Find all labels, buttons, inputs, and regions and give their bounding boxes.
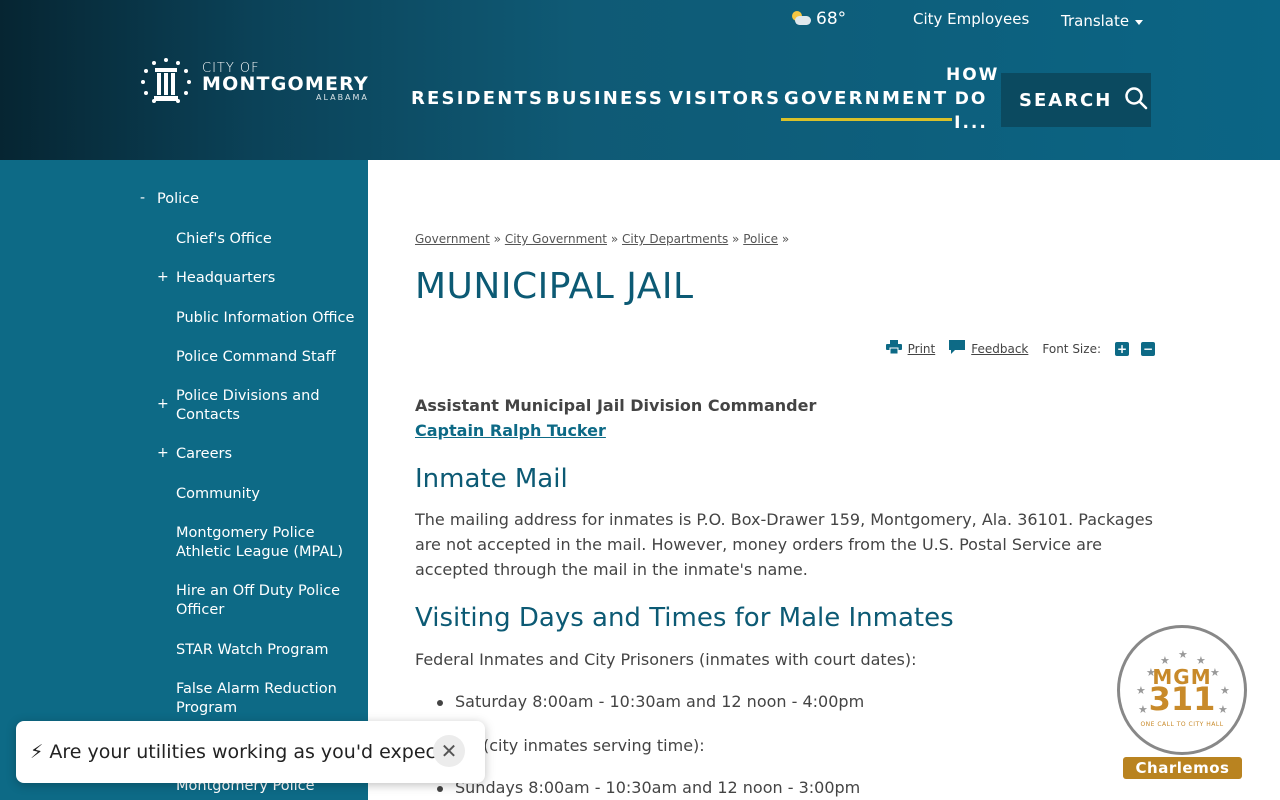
logo-line3: ALABAMA (315, 93, 369, 102)
visiting-intro-2: (city inmates serving time): (483, 736, 705, 755)
font-size-control: Font Size: + − (1042, 341, 1155, 356)
breadcrumb-separator: » (610, 232, 619, 246)
expand-toggle[interactable]: + (157, 445, 169, 461)
city-logo-text: CITY OF MONTGOMERY ALABAMA (202, 62, 369, 102)
comment-icon (949, 340, 966, 357)
close-icon[interactable]: ✕ (433, 735, 465, 767)
how-do-i-line1: HOW (946, 65, 1000, 85)
site-header: 68° City Employees Translate CITY OF MON (0, 0, 1280, 160)
commander-name-link[interactable]: Captain Ralph Tucker (415, 421, 606, 440)
search-button[interactable]: SEARCH (1001, 73, 1151, 127)
section-heading-inmate-mail: Inmate Mail (415, 464, 568, 494)
expand-toggle[interactable]: + (157, 269, 169, 285)
nav-government[interactable]: GOVERNMENT (780, 88, 953, 121)
list-item: Saturday 8:00am - 10:30am and 12 noon - … (436, 692, 865, 711)
breadcrumb-government[interactable]: Government (415, 232, 490, 246)
nav-business[interactable]: BUSINESS (546, 88, 664, 109)
printer-icon (885, 340, 902, 357)
breadcrumb-city-departments[interactable]: City Departments (622, 232, 728, 246)
translate-dropdown[interactable]: Translate (1061, 10, 1144, 32)
print-link[interactable]: Print (885, 340, 936, 357)
logo-line2: MONTGOMERY (202, 73, 369, 95)
visiting-intro: Federal Inmates and City Prisoners (inma… (415, 650, 917, 669)
expand-toggle[interactable]: + (157, 396, 169, 412)
sidebar-item-community[interactable]: Community (176, 485, 260, 504)
breadcrumb-separator: » (781, 232, 790, 246)
search-label: SEARCH (1019, 89, 1113, 111)
font-increase-button[interactable]: + (1115, 341, 1129, 356)
collapse-toggle[interactable]: - (140, 190, 145, 206)
sidebar-item-mpal[interactable]: Montgomery Police Athletic League (MPAL) (176, 524, 366, 562)
inmate-mail-text: The mailing address for inmates is P.O. … (415, 510, 1153, 579)
page-tools: Print Feedback Font Size: + − (872, 340, 1155, 357)
feedback-link[interactable]: Feedback (949, 340, 1028, 357)
popup-text: ⚡ Are your utilities working as you'd ex… (30, 741, 454, 763)
how-do-i-line2: DO (954, 89, 988, 109)
breadcrumb-city-government[interactable]: City Government (505, 232, 607, 246)
nav-residents[interactable]: RESIDENTS (411, 88, 544, 109)
page-title: MUNICIPAL JAIL (415, 266, 694, 307)
sidebar-item-command-staff[interactable]: Police Command Staff (176, 348, 336, 367)
sidebar-item-public-information[interactable]: Public Information Office (176, 309, 354, 328)
print-label: Print (907, 341, 936, 356)
partly-cloudy-icon (790, 11, 812, 27)
nav-how-do-i[interactable]: HOW DO I... (946, 63, 1000, 135)
sidebar-item-chiefs-office[interactable]: Chief's Office (176, 230, 272, 249)
city-seal-icon (138, 56, 194, 108)
sidebar-item-careers[interactable]: Careers (176, 445, 232, 464)
breadcrumb-separator: » (732, 232, 740, 246)
badge-number: 311 (1148, 680, 1216, 718)
caret-down-icon (1135, 19, 1144, 25)
city-logo[interactable]: CITY OF MONTGOMERY ALABAMA (138, 56, 383, 108)
mgm311-badge[interactable]: ★ ★ ★ ★ ★ ★ ★ ★ ★ MGM 311 ONE CALL TO CI… (1117, 625, 1247, 780)
breadcrumb-police[interactable]: Police (743, 232, 778, 246)
weather-temp: 68° (816, 9, 847, 29)
translate-label: Translate (1061, 12, 1130, 30)
badge-tagline: ONE CALL TO CITY HALL (1140, 721, 1224, 728)
how-do-i-line3: I... (954, 113, 988, 133)
sidebar-item-headquarters[interactable]: Headquarters (176, 269, 275, 288)
nav-visitors[interactable]: VISITORS (669, 88, 781, 109)
sidebar-item-star-watch[interactable]: STAR Watch Program (176, 641, 328, 660)
city-employees-link[interactable]: City Employees (913, 10, 1029, 32)
weather-widget[interactable]: 68° (790, 8, 846, 30)
sidebar-item-false-alarm[interactable]: False Alarm Reduction Program (176, 680, 341, 718)
list-item: Sundays 8:00am - 10:30am and 12 noon - 3… (436, 778, 861, 797)
sidebar-item-police[interactable]: Police (157, 190, 199, 209)
sidebar-item-off-duty-officer[interactable]: Hire an Off Duty Police Officer (176, 582, 351, 620)
section-heading-visiting: Visiting Days and Times for Male Inmates (415, 603, 954, 633)
breadcrumb-separator: » (493, 232, 502, 246)
star-icon: ★ (1178, 648, 1188, 661)
feedback-label: Feedback (971, 341, 1029, 356)
sidebar-nav: - Police Chief's Office + Headquarters P… (0, 160, 368, 800)
search-icon (1124, 86, 1148, 115)
commander-title: Assistant Municipal Jail Division Comman… (415, 396, 817, 415)
breadcrumb: Government » City Government » City Depa… (415, 232, 789, 246)
badge-name: Charlemos (1123, 757, 1242, 779)
utilities-survey-popup[interactable]: ⚡ Are your utilities working as you'd ex… (16, 721, 485, 783)
font-decrease-button[interactable]: − (1141, 341, 1155, 356)
font-size-label: Font Size: (1042, 341, 1101, 356)
sidebar-item-divisions[interactable]: Police Divisions and Contacts (176, 387, 361, 425)
